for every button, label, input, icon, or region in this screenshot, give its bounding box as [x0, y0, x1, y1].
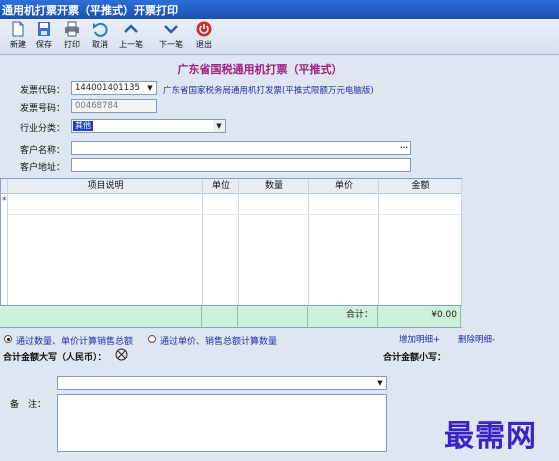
calc-by-price-label[interactable]: 通过单价、销售总额计算数量 — [160, 334, 277, 347]
new-label: 新建 — [10, 40, 26, 49]
invoice-no-field[interactable]: 00468784 — [71, 99, 157, 113]
invoice-code-value: 144001401135 — [75, 83, 140, 93]
printer-icon — [65, 21, 79, 37]
new-row-marker: * — [2, 196, 7, 206]
window-title: 通用机打票开票（平推式）开票打印 — [0, 0, 559, 19]
browse-button[interactable]: ··· — [398, 142, 410, 154]
chevron-up-icon — [124, 24, 138, 33]
calc-by-quantity-label[interactable]: 通过数量、单价计算销售总额 — [16, 334, 133, 347]
new-button[interactable]: 新建 — [4, 21, 32, 53]
total-value: ¥0.00 — [378, 306, 461, 328]
industry-select[interactable]: 其他 ▼ — [71, 119, 226, 133]
remark-textarea[interactable] — [57, 394, 387, 452]
next-button[interactable]: 下一笔 — [157, 21, 185, 53]
remark-template-select[interactable]: ▼ — [57, 376, 387, 390]
save-icon — [38, 22, 50, 36]
chevron-down-icon — [164, 25, 178, 34]
table-row[interactable] — [8, 194, 461, 215]
prev-label: 上一笔 — [119, 40, 143, 49]
crossed-circle-icon — [115, 348, 128, 361]
form-title: 广东省国税通用机打票（平推式） — [177, 63, 343, 76]
customer-name-label: 客户名称： — [20, 146, 66, 156]
cancel-label: 取消 — [92, 40, 108, 49]
industry-label: 行业分类： — [20, 124, 66, 134]
save-label: 保存 — [36, 40, 52, 49]
total-label: 合计： — [308, 306, 378, 328]
print-button[interactable]: 打印 — [58, 21, 86, 53]
column-header-quantity[interactable]: 数量 — [239, 179, 309, 194]
print-label: 打印 — [64, 40, 80, 49]
remark-label: 备 注： — [10, 400, 47, 410]
delete-detail-link[interactable]: 删除明细- — [458, 333, 495, 345]
customer-name-field[interactable]: ··· — [71, 141, 411, 155]
toolbar: 新建 保存 打印 取消 上一笔 下一笔 退出 — [0, 19, 559, 55]
invoice-code-select[interactable]: 144001401135 ▼ — [71, 81, 157, 95]
invoice-code-description: 广东省国家税务局通用机打发票(平推式限额万元电脑版) — [163, 86, 374, 96]
save-button[interactable]: 保存 — [30, 21, 58, 53]
calc-by-quantity-radio[interactable] — [4, 335, 12, 343]
customer-addr-label: 客户地址： — [20, 163, 66, 173]
add-detail-link[interactable]: 增加明细+ — [399, 333, 440, 345]
exit-label: 退出 — [196, 40, 212, 49]
dropdown-arrow-icon[interactable]: ▼ — [144, 82, 156, 94]
watermark: 最需网 — [444, 419, 537, 454]
new-document-icon — [12, 21, 24, 37]
dropdown-arrow-icon[interactable]: ▼ — [213, 120, 225, 132]
invoice-code-label: 发票代码： — [20, 86, 66, 96]
total-lower-label: 合计金额小写： — [383, 353, 447, 363]
dropdown-arrow-icon[interactable]: ▼ — [374, 377, 386, 389]
industry-value: 其他 — [73, 121, 93, 131]
column-header-amount[interactable]: 金额 — [379, 179, 462, 194]
column-header-unit[interactable]: 单位 — [203, 179, 239, 194]
undo-icon — [93, 22, 108, 37]
calc-by-price-radio[interactable] — [148, 335, 156, 343]
power-icon — [196, 21, 212, 37]
invoice-form: 广东省国税通用机打票（平推式） 发票代码： 144001401135 ▼ 广东省… — [0, 56, 559, 461]
totals-row: 合计： ¥0.00 — [0, 305, 462, 328]
invoice-no-label: 发票号码： — [20, 104, 66, 114]
total-upper-label: 合计金额大写（人民币）： — [3, 353, 107, 363]
column-header-description[interactable]: 项目说明 — [8, 179, 203, 194]
grid-side-area — [463, 178, 559, 328]
customer-addr-field[interactable] — [71, 158, 411, 172]
exit-button[interactable]: 退出 — [190, 21, 218, 53]
column-header-price[interactable]: 单价 — [309, 179, 379, 194]
prev-button[interactable]: 上一笔 — [117, 21, 145, 53]
cancel-button[interactable]: 取消 — [86, 21, 114, 53]
next-label: 下一笔 — [159, 40, 183, 49]
